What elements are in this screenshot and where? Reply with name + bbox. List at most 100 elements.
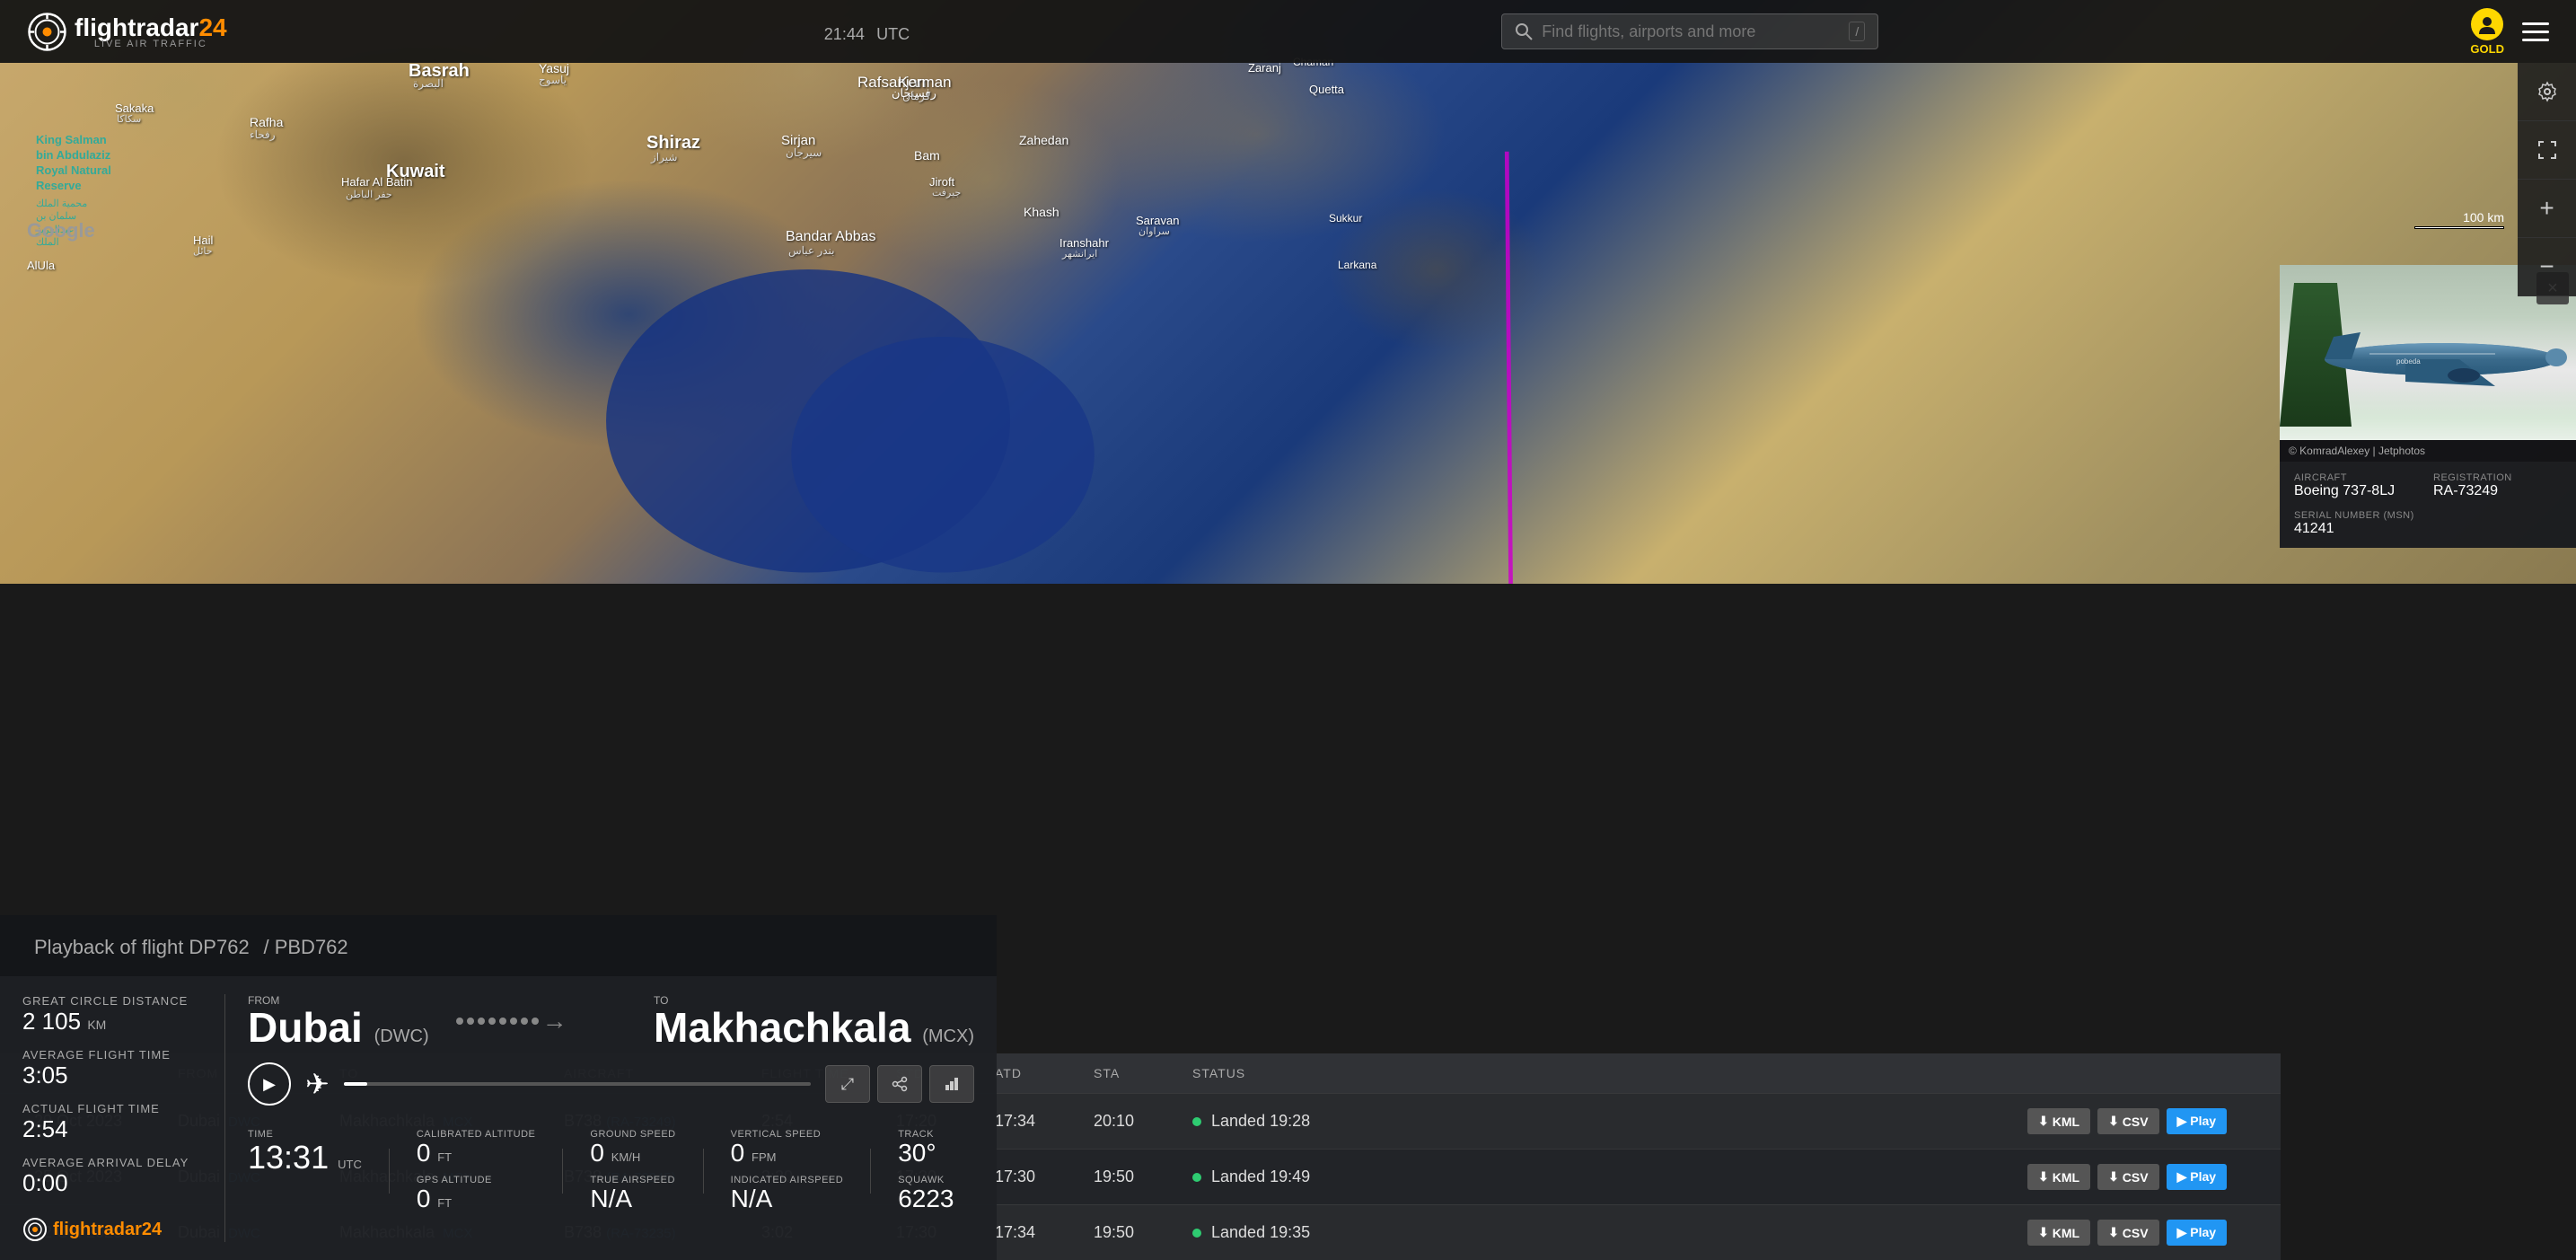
row2-kml-label: KML [2053,1170,2079,1185]
row2-csv-button[interactable]: ⬇ CSV [2097,1164,2159,1190]
cal-alt-val-text: 0 [417,1139,431,1167]
time-zone: UTC [876,25,910,43]
search-bar[interactable]: / [1501,13,1878,49]
to-code-bracket: (MCX) [922,1027,974,1046]
row2-status-text: Landed 19:49 [1211,1167,1310,1185]
from-code-bracket: (DWC) [374,1027,429,1046]
settings-button[interactable] [2518,63,2576,121]
distance-value: 2 105 KM [22,1008,106,1035]
logo-text-stack: flightradar24 LIVE AIR TRAFFIC [75,13,227,49]
download-icon1: ⬇ [2038,1114,2049,1129]
aircraft-value: Boeing 737-8LJ [2294,483,2422,499]
dot7 [521,1018,528,1025]
gps-alt-unit: FT [437,1196,452,1210]
map-terrain [0,0,2576,584]
playback-row: ▶ ✈ ⤢ [248,1062,974,1106]
gold-badge[interactable]: GOLD [2470,8,2504,56]
stat-delay: AVERAGE ARRIVAL DELAY 0:00 [22,1156,202,1197]
panel-callsign: / PBD762 [263,936,347,958]
panel-divider [224,994,225,1242]
fr24-logo-icon [27,12,67,52]
row2-sta: 19:50 [1086,1167,1185,1186]
row3-sta: 19:50 [1086,1223,1185,1242]
aircraft-silhouette: pobeda [2316,323,2567,395]
chart-tool[interactable] [929,1065,974,1103]
row3-play-button[interactable]: ▶ Play [2167,1220,2227,1246]
row2-play-button[interactable]: ▶ Play [2167,1164,2227,1190]
row3-csv-label: CSV [2123,1226,2149,1240]
data-cal-alt: CALIBRATED ALTITUDE 0 FT GPS ALTITUDE 0 … [417,1129,536,1213]
from-city-name: Dubai [248,1004,363,1051]
col-actions [2020,1066,2254,1080]
row3-actions: ⬇ KML ⬇ CSV ▶ Play [2020,1220,2254,1246]
dot1 [456,1018,463,1025]
row2-kml-button[interactable]: ⬇ KML [2027,1164,2090,1190]
row3-atd: 17:34 [988,1223,1086,1242]
stat-actual-time: ACTUAL FLIGHT TIME 2:54 [22,1102,202,1143]
row2-status: Landed 19:49 [1185,1167,2020,1186]
row3-status-text: Landed 19:35 [1211,1223,1310,1241]
row3-kml-label: KML [2053,1226,2079,1240]
download-icon2: ⬇ [2108,1114,2119,1129]
true-airspeed-value: N/A [590,1185,675,1213]
zoom-out-button[interactable]: − [2518,238,2576,296]
search-input[interactable] [1542,22,1840,41]
data-vertical-speed: VERTICAL SPEED 0 FPM INDICATED AIRSPEED … [731,1129,844,1213]
row1-play-button[interactable]: ▶ Play [2167,1108,2227,1134]
fr24-logo-text-bottom: flightradar24 [53,1220,162,1240]
row1-csv-button[interactable]: ⬇ CSV [2097,1108,2159,1134]
map-background: Basrah البصرة Kuwait Shiraz شيراز Rafsan… [0,0,2576,584]
cal-alt-unit: FT [437,1150,452,1164]
google-label: Google [27,219,95,242]
route-arrow: → [447,1007,636,1035]
header-right: GOLD [2470,8,2549,56]
hamburger-menu[interactable] [2522,22,2549,41]
true-airspeed-label: TRUE AIRSPEED [590,1175,675,1185]
route-from: FROM Dubai (DWC) [248,994,429,1048]
expand-tool[interactable]: ⤢ [825,1065,870,1103]
row3-kml-button[interactable]: ⬇ KML [2027,1220,2090,1246]
cal-alt-value: 0 FT [417,1140,536,1167]
row1-csv-label: CSV [2123,1115,2149,1129]
row3-csv-button[interactable]: ⬇ CSV [2097,1220,2159,1246]
vertical-speed-unit: FPM [752,1150,776,1164]
vertical-speed-val-text: 0 [731,1139,745,1167]
panel-center: FROM Dubai (DWC) [248,994,974,1242]
detail-aircraft: AIRCRAFT Boeing 737-8LJ [2294,472,2422,499]
download-icon4: ⬇ [2108,1169,2119,1185]
actual-time-label: ACTUAL FLIGHT TIME [22,1102,202,1115]
squawk-value: 6223 [898,1185,954,1213]
row1-status: Landed 19:28 [1185,1112,2020,1131]
row1-atd: 17:34 [988,1112,1086,1131]
logo-number: 24 [198,13,226,41]
aircraft-label: AIRCRAFT [2294,472,2422,483]
header-time: 21:44 UTC [819,18,910,46]
play-button[interactable]: ▶ [248,1062,291,1106]
share-tool[interactable] [877,1065,922,1103]
actual-time-value: 2:54 [22,1115,68,1142]
logo-name: flightradar [75,13,198,41]
to-city: Makhachkala (MCX) [654,1007,974,1048]
stat-avg-time: AVERAGE FLIGHT TIME 3:05 [22,1048,202,1089]
zoom-in-button[interactable]: + [2518,180,2576,238]
delay-value: 0:00 [22,1169,68,1196]
download-icon3: ⬇ [2038,1169,2049,1185]
map-scale: 100 km [2414,210,2504,229]
fullscreen-button[interactable] [2518,121,2576,180]
panel-body: GREAT CIRCLE DISTANCE 2 105 KM AVERAGE F… [0,976,997,1260]
distance-unit: KM [87,1018,106,1032]
download-icon5: ⬇ [2038,1225,2049,1240]
registration-label: REGISTRATION [2433,472,2562,483]
logo-subtitle: LIVE AIR TRAFFIC [75,39,227,49]
map-controls: + − [2518,63,2576,296]
detail-registration: REGISTRATION RA-73249 [2433,472,2562,499]
route-row: FROM Dubai (DWC) [248,994,974,1048]
progress-bar[interactable] [344,1082,811,1086]
dot6 [510,1018,517,1025]
gps-alt-value: 0 FT [417,1185,536,1213]
serial-label: SERIAL NUMBER (MSN) [2294,510,2562,521]
row1-kml-button[interactable]: ⬇ KML [2027,1108,2090,1134]
time-unit: UTC [338,1158,362,1171]
row1-status-dot [1192,1117,1201,1126]
avg-time-value: 3:05 [22,1062,68,1088]
